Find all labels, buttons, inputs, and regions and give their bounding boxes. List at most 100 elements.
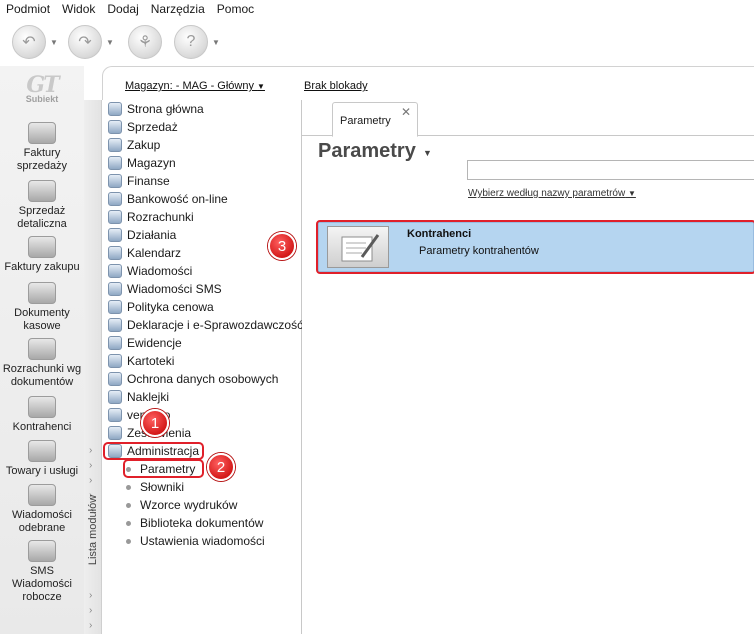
module-list-strip[interactable]: › › › › Lista modułów › › › xyxy=(84,100,102,634)
settlements-icon xyxy=(108,210,122,224)
launcher-towary-i-uslugi[interactable]: Towary i usługi xyxy=(0,440,84,478)
stickers-icon xyxy=(108,390,122,404)
bullet-icon xyxy=(126,484,131,490)
finance-icon xyxy=(108,174,122,188)
invoice-stack-icon xyxy=(28,122,56,144)
actions-icon xyxy=(108,228,122,242)
menu-narzedzia[interactable]: Narzędzia xyxy=(145,0,211,18)
chevron-right-icon[interactable]: › xyxy=(89,445,92,456)
price-policy-icon xyxy=(108,300,122,314)
back-icon[interactable]: ↶ xyxy=(12,25,46,59)
pin-icon[interactable]: ⚘ xyxy=(128,25,162,59)
launcher-sprzedaz-detaliczna[interactable]: Sprzedaż detaliczna xyxy=(0,180,84,231)
menu-widok[interactable]: Widok xyxy=(56,0,101,18)
home-page-icon xyxy=(108,102,122,116)
chevron-down-icon[interactable]: ▼ xyxy=(50,38,58,47)
tab-bar: Parametry ✕ xyxy=(302,100,754,137)
forward-icon[interactable]: ↷ xyxy=(68,25,102,59)
close-icon[interactable]: ✕ xyxy=(401,105,411,119)
tree-item-ochrona-danych[interactable]: Ochrona danych osobowych xyxy=(108,370,278,388)
tree-item-ewidencje[interactable]: Ewidencje xyxy=(108,334,182,352)
tree-item-finanse[interactable]: Finanse xyxy=(108,172,170,190)
tree-item-bankowosc[interactable]: Bankowość on-line xyxy=(108,190,228,208)
tree-item-wiadomosci[interactable]: Wiadomości xyxy=(108,262,192,280)
help-icon[interactable]: ? xyxy=(174,25,208,59)
chevron-down-icon[interactable]: ▼ xyxy=(423,148,432,158)
launcher-wiadomosci-odebrane[interactable]: Wiadomości odebrane xyxy=(0,484,84,535)
bullet-icon xyxy=(126,502,131,508)
calendar-icon xyxy=(108,246,122,260)
bullet-icon xyxy=(126,538,131,544)
tree-item-naklejki[interactable]: Naklejki xyxy=(108,388,169,406)
tree-item-deklaracje[interactable]: Deklaracje i e-Sprawozdawczość xyxy=(108,316,303,334)
step-badge-3: 3 xyxy=(268,232,296,260)
tab-parametry[interactable]: Parametry ✕ xyxy=(332,102,418,137)
parameter-search-input[interactable] xyxy=(467,160,754,180)
tree-item-dzialania[interactable]: Działania xyxy=(108,226,176,244)
launcher-dokumenty-kasowe[interactable]: Dokumenty kasowe xyxy=(0,282,84,333)
tree-item-rozrachunki[interactable]: Rozrachunki xyxy=(108,208,194,226)
tree-item-kalendarz[interactable]: Kalendarz xyxy=(108,244,181,262)
search-mode-dropdown[interactable]: Wybierz według nazwy parametrów ▼ xyxy=(468,188,636,199)
chevron-down-icon: ▼ xyxy=(257,82,265,91)
chevron-right-icon[interactable]: › xyxy=(89,460,92,471)
declarations-icon xyxy=(108,318,122,332)
chevron-down-icon[interactable]: ▼ xyxy=(106,38,114,47)
purchase-invoice-icon xyxy=(28,236,56,258)
warehouse-icon xyxy=(108,156,122,170)
received-messages-icon xyxy=(28,484,56,506)
page-title: Parametry xyxy=(318,140,416,162)
context-bar: Magazyn: - MAG - Główny ▼ Brak blokady xyxy=(102,66,754,100)
launcher-sms-wiadomosci-robocze[interactable]: SMS Wiadomości robocze xyxy=(0,540,84,604)
lock-status-link[interactable]: Brak blokady xyxy=(304,80,368,92)
launcher-faktury-zakupu[interactable]: Faktury zakupu xyxy=(0,236,84,274)
module-list-label: Lista modułów xyxy=(87,494,100,566)
settlements-icon xyxy=(28,338,56,360)
sms-draft-icon xyxy=(28,540,56,562)
module-tree: Strona główna Sprzedaż Zakup Magazyn Fin… xyxy=(102,100,303,634)
reports-icon xyxy=(108,426,122,440)
toolbar: ↶ ▼ ↷ ▼ ⚘ ? ▼ xyxy=(0,18,754,66)
menu-podmiot[interactable]: Podmiot xyxy=(0,0,56,18)
chevron-right-icon[interactable]: › xyxy=(89,620,92,631)
chevron-down-icon[interactable]: ▼ xyxy=(212,38,220,47)
purchase-icon xyxy=(108,138,122,152)
menu-dodaj[interactable]: Dodaj xyxy=(101,0,144,18)
tree-item-kartoteki[interactable]: Kartoteki xyxy=(108,352,174,370)
goods-icon xyxy=(28,440,56,462)
launcher-faktury-sprzedazy[interactable]: Faktury sprzedaży xyxy=(0,122,84,173)
main-content: Magazyn: - MAG - Główny ▼ Brak blokady ›… xyxy=(84,66,754,634)
tree-item-magazyn[interactable]: Magazyn xyxy=(108,154,176,172)
highlight-kontrahenci-card xyxy=(316,220,754,274)
chevron-right-icon[interactable]: › xyxy=(89,590,92,601)
launcher-bar: GT Subiekt Faktury sprzedaży Sprzedaż de… xyxy=(0,66,84,634)
launcher-kontrahenci[interactable]: Kontrahenci xyxy=(0,396,84,434)
online-banking-icon xyxy=(108,192,122,206)
chevron-right-icon[interactable]: › xyxy=(89,605,92,616)
tree-item-sprzedaz[interactable]: Sprzedaż xyxy=(108,118,178,136)
step-badge-2: 2 xyxy=(207,453,235,481)
subiekt-logo: GT Subiekt xyxy=(25,72,60,104)
sales-icon xyxy=(108,120,122,134)
tree-subitem-biblioteka-dokumentow[interactable]: Biblioteka dokumentów xyxy=(126,514,263,532)
chevron-down-icon: ▼ xyxy=(627,189,636,198)
tree-subitem-wzorce-wydrukow[interactable]: Wzorce wydruków xyxy=(126,496,237,514)
tree-item-wiadomosci-sms[interactable]: Wiadomości SMS xyxy=(108,280,222,298)
highlight-parametry xyxy=(123,459,204,478)
launcher-rozrachunki[interactable]: Rozrachunki wg dokumentów xyxy=(0,338,84,389)
tree-item-zakup[interactable]: Zakup xyxy=(108,136,160,154)
tree-item-strona-glowna[interactable]: Strona główna xyxy=(108,100,204,118)
bullet-icon xyxy=(126,520,131,526)
menu-pomoc[interactable]: Pomoc xyxy=(211,0,260,18)
highlight-administracja xyxy=(103,442,204,460)
warehouse-selector[interactable]: Magazyn: - MAG - Główny ▼ xyxy=(125,80,265,92)
parameters-panel: Parametry ✕ Parametry ▼ Wybierz według n… xyxy=(268,100,754,634)
cash-document-icon xyxy=(28,282,56,304)
data-protection-icon xyxy=(108,372,122,386)
sms-icon xyxy=(108,282,122,296)
vendero-icon xyxy=(108,408,122,422)
tree-item-polityka-cenowa[interactable]: Polityka cenowa xyxy=(108,298,214,316)
tree-subitem-ustawienia-wiadomosci[interactable]: Ustawienia wiadomości xyxy=(126,532,265,550)
cash-register-icon xyxy=(28,180,56,202)
tree-subitem-slowniki[interactable]: Słowniki xyxy=(126,478,184,496)
